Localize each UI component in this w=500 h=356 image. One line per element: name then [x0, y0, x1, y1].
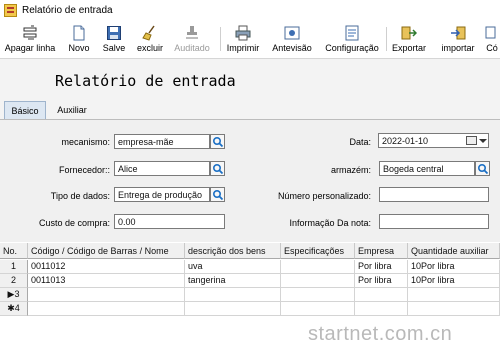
delete-row-icon [23, 25, 37, 40]
window-title: Relatório de entrada [22, 5, 113, 16]
table-cell-codigo[interactable]: 0011013 [28, 274, 185, 288]
fornecedor-label: Fornecedor:: [58, 165, 110, 175]
custo-field[interactable]: 0.00 [114, 214, 225, 229]
report-header: Relatório de entrada [0, 59, 500, 99]
audit-stamp-icon [186, 26, 198, 39]
column-header-especificacoes[interactable]: Especificações [281, 243, 355, 259]
row-number[interactable]: ▶3 [0, 288, 28, 302]
data-label: Data: [349, 137, 371, 147]
row-number[interactable]: 1 [0, 260, 28, 274]
numero-label: Número personalizado: [277, 191, 371, 201]
import-button[interactable]: importar [438, 22, 478, 58]
copy-button[interactable]: Có [484, 22, 500, 58]
save-icon [107, 26, 121, 40]
report-title: Relatório de entrada [55, 72, 236, 90]
table-cell-especificacoes[interactable] [281, 274, 355, 288]
table-cell-quantidade[interactable] [408, 288, 500, 302]
tab-strip: Básico Auxiliar [0, 99, 500, 120]
tab-label: Auxiliar [57, 104, 87, 115]
table-cell-quantidade[interactable] [408, 302, 500, 316]
data-value: 2022-01-10 [382, 136, 429, 146]
tipo-search-button[interactable] [210, 187, 225, 202]
column-header-empresa[interactable]: Empresa [355, 243, 408, 259]
preview-button[interactable]: Antevisão [270, 22, 314, 58]
save-button[interactable]: Salve [100, 22, 128, 58]
mecanismo-field[interactable]: empresa-mãe [114, 134, 210, 149]
armazem-search-button[interactable] [475, 161, 490, 176]
tipo-field[interactable]: Entrega de produção [114, 187, 210, 202]
copy-icon [485, 26, 496, 39]
printer-icon [235, 25, 251, 41]
search-icon [212, 189, 224, 201]
table-cell-empresa[interactable] [355, 288, 408, 302]
table-cell-empresa[interactable]: Por libra [355, 260, 408, 274]
watermark: startnet.com.cn [308, 323, 453, 345]
calendar-icon[interactable] [466, 136, 477, 145]
form-panel: mecanismo: empresa-mãe Fornecedor:: Alic… [0, 120, 500, 242]
column-header-no[interactable]: No. [0, 243, 28, 259]
table-cell-empresa[interactable] [355, 302, 408, 316]
table-cell-descricao[interactable] [185, 302, 281, 316]
informacao-label: Informação Da nota: [289, 218, 371, 228]
mecanismo-label: mecanismo: [61, 137, 110, 147]
toolbar-separator [386, 27, 387, 51]
table-cell-descricao[interactable] [185, 288, 281, 302]
table-cell-quantidade[interactable]: 10Por libra [408, 274, 500, 288]
preview-icon [284, 26, 300, 40]
search-icon [477, 163, 489, 175]
informacao-field[interactable] [379, 214, 489, 229]
table-cell-codigo[interactable] [28, 288, 185, 302]
table-cell-especificacoes[interactable] [281, 288, 355, 302]
search-icon [212, 136, 224, 148]
import-icon [451, 26, 466, 40]
table-cell-especificacoes[interactable] [281, 260, 355, 274]
fornecedor-field[interactable]: Alice [114, 161, 210, 176]
app-icon [4, 4, 17, 17]
tab-auxiliar[interactable]: Auxiliar [52, 101, 92, 118]
fornecedor-search-button[interactable] [210, 161, 225, 176]
table-cell-quantidade[interactable]: 10Por libra [408, 260, 500, 274]
search-icon [212, 163, 224, 175]
settings-icon [345, 25, 359, 41]
column-header-quantidade[interactable]: Quantidade auxiliar [408, 243, 500, 259]
new-button[interactable]: Novo [64, 22, 94, 58]
export-button[interactable]: Exportar [390, 22, 428, 58]
new-document-icon [73, 25, 85, 41]
tipo-label: Tipo de dados: [50, 191, 110, 201]
print-button[interactable]: Imprimir [226, 22, 260, 58]
table-cell-descricao[interactable]: tangerina [185, 274, 281, 288]
row-number[interactable]: ✱4 [0, 302, 28, 316]
toolbar: Apagar linha Novo Salve excluir Auditado [0, 22, 500, 59]
row-number[interactable]: 2 [0, 274, 28, 288]
table-cell-codigo[interactable] [28, 302, 185, 316]
title-bar: Relatório de entrada [0, 0, 500, 22]
table-cell-descricao[interactable]: uva [185, 260, 281, 274]
table-cell-empresa[interactable]: Por libra [355, 274, 408, 288]
column-header-codigo[interactable]: Código / Código de Barras / Nome [28, 243, 185, 259]
settings-button[interactable]: Configuração [322, 22, 382, 58]
export-icon [401, 26, 417, 40]
armazem-field[interactable]: Bogeda central [379, 161, 475, 176]
table-cell-codigo[interactable]: 0011012 [28, 260, 185, 274]
broom-icon [142, 25, 155, 41]
delete-row-button[interactable]: Apagar linha [4, 22, 56, 58]
column-header-descricao[interactable]: descrição dos bens [185, 243, 281, 259]
armazem-label: armazém: [330, 165, 371, 175]
chevron-down-icon[interactable] [479, 139, 487, 143]
custo-label: Custo de compra: [38, 218, 110, 228]
audited-button[interactable]: Auditado [172, 22, 212, 58]
tab-label: Básico [11, 105, 39, 116]
mecanismo-search-button[interactable] [210, 134, 225, 149]
delete-button[interactable]: excluir [134, 22, 166, 58]
numero-field[interactable] [379, 187, 489, 202]
toolbar-separator [220, 27, 221, 51]
table-cell-especificacoes[interactable] [281, 302, 355, 316]
tab-basico[interactable]: Básico [4, 101, 46, 119]
